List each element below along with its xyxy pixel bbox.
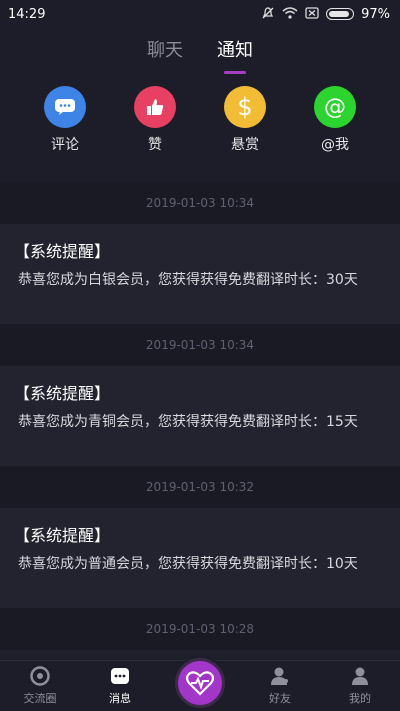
shortcut-mentions[interactable]: @ @我: [305, 80, 365, 182]
shortcut-bounty[interactable]: $ 悬赏: [215, 80, 275, 182]
friends-icon: [269, 665, 291, 687]
status-icons: 97%: [261, 6, 390, 23]
notification-title: 【系统提醒】: [14, 526, 111, 545]
notification-card[interactable]: 【系统提醒】 恭喜您成为普通会员，您获得获得免费翻译时长：10天: [0, 508, 400, 608]
bottom-nav: 交流圈 消息 好友 我的: [0, 658, 400, 711]
tab-chat[interactable]: 聊天: [147, 28, 183, 80]
shortcut-row: 评论 赞 $ 悬赏 @ @我: [0, 80, 400, 182]
profile-icon: [349, 665, 371, 687]
shortcut-likes-label: 赞: [148, 137, 162, 153]
mute-icon: [261, 6, 275, 23]
notification-time: 2019-01-03 10:34: [0, 324, 400, 366]
notification-body: 恭喜您成为青铜会员，您获得获得免费翻译时长：15天: [18, 414, 358, 430]
nav-friends-label: 好友: [269, 692, 291, 705]
wifi-icon: [282, 6, 298, 22]
nav-profile[interactable]: 我的: [325, 665, 395, 711]
notification-time: 2019-01-03 10:34: [0, 182, 400, 224]
nav-messages-label: 消息: [109, 692, 131, 705]
notification-card[interactable]: 【系统提醒】 恭喜您成为白银会员，您获得获得免费翻译时长：30天: [0, 224, 400, 324]
comment-icon: [44, 86, 86, 128]
nav-messages[interactable]: 消息: [85, 665, 155, 711]
nav-profile-label: 我的: [349, 692, 371, 705]
shortcut-mentions-label: @我: [321, 137, 349, 153]
thumbs-up-icon: [134, 86, 176, 128]
notification-list: 2019-01-03 10:34 【系统提醒】 恭喜您成为白银会员，您获得获得免…: [0, 182, 400, 650]
shortcut-comments[interactable]: 评论: [35, 80, 95, 182]
status-bar: 14:29 97%: [0, 0, 400, 28]
nav-community[interactable]: 交流圈: [5, 665, 75, 711]
notification-body: 恭喜您成为普通会员，您获得获得免费翻译时长：10天: [18, 556, 358, 572]
notification-title: 【系统提醒】: [14, 242, 111, 261]
sim-icon: [305, 6, 319, 22]
notification-body: 恭喜您成为白银会员，您获得获得免费翻译时长：30天: [18, 272, 358, 288]
nav-center[interactable]: [165, 658, 235, 711]
nav-friends[interactable]: 好友: [245, 665, 315, 711]
tab-notifications[interactable]: 通知: [217, 28, 253, 80]
battery-level: 97%: [361, 6, 390, 22]
shortcut-bounty-label: 悬赏: [231, 137, 259, 153]
heartbeat-icon: [175, 658, 225, 708]
shortcut-comments-label: 评论: [51, 137, 79, 153]
message-icon: [109, 665, 131, 687]
header-tabs: 聊天 通知: [0, 28, 400, 80]
at-icon: @: [314, 86, 356, 128]
notification-card[interactable]: 【系统提醒】 恭喜您成为青铜会员，您获得获得免费翻译时长：15天: [0, 366, 400, 466]
dollar-icon: $: [224, 86, 266, 128]
notification-title: 【系统提醒】: [14, 384, 111, 403]
shortcut-likes[interactable]: 赞: [125, 80, 185, 182]
nav-community-label: 交流圈: [23, 692, 57, 705]
notification-time: 2019-01-03 10:28: [0, 608, 400, 650]
community-icon: [29, 665, 51, 687]
status-time: 14:29: [8, 6, 46, 22]
notification-time: 2019-01-03 10:32: [0, 466, 400, 508]
battery-icon: [326, 8, 355, 20]
